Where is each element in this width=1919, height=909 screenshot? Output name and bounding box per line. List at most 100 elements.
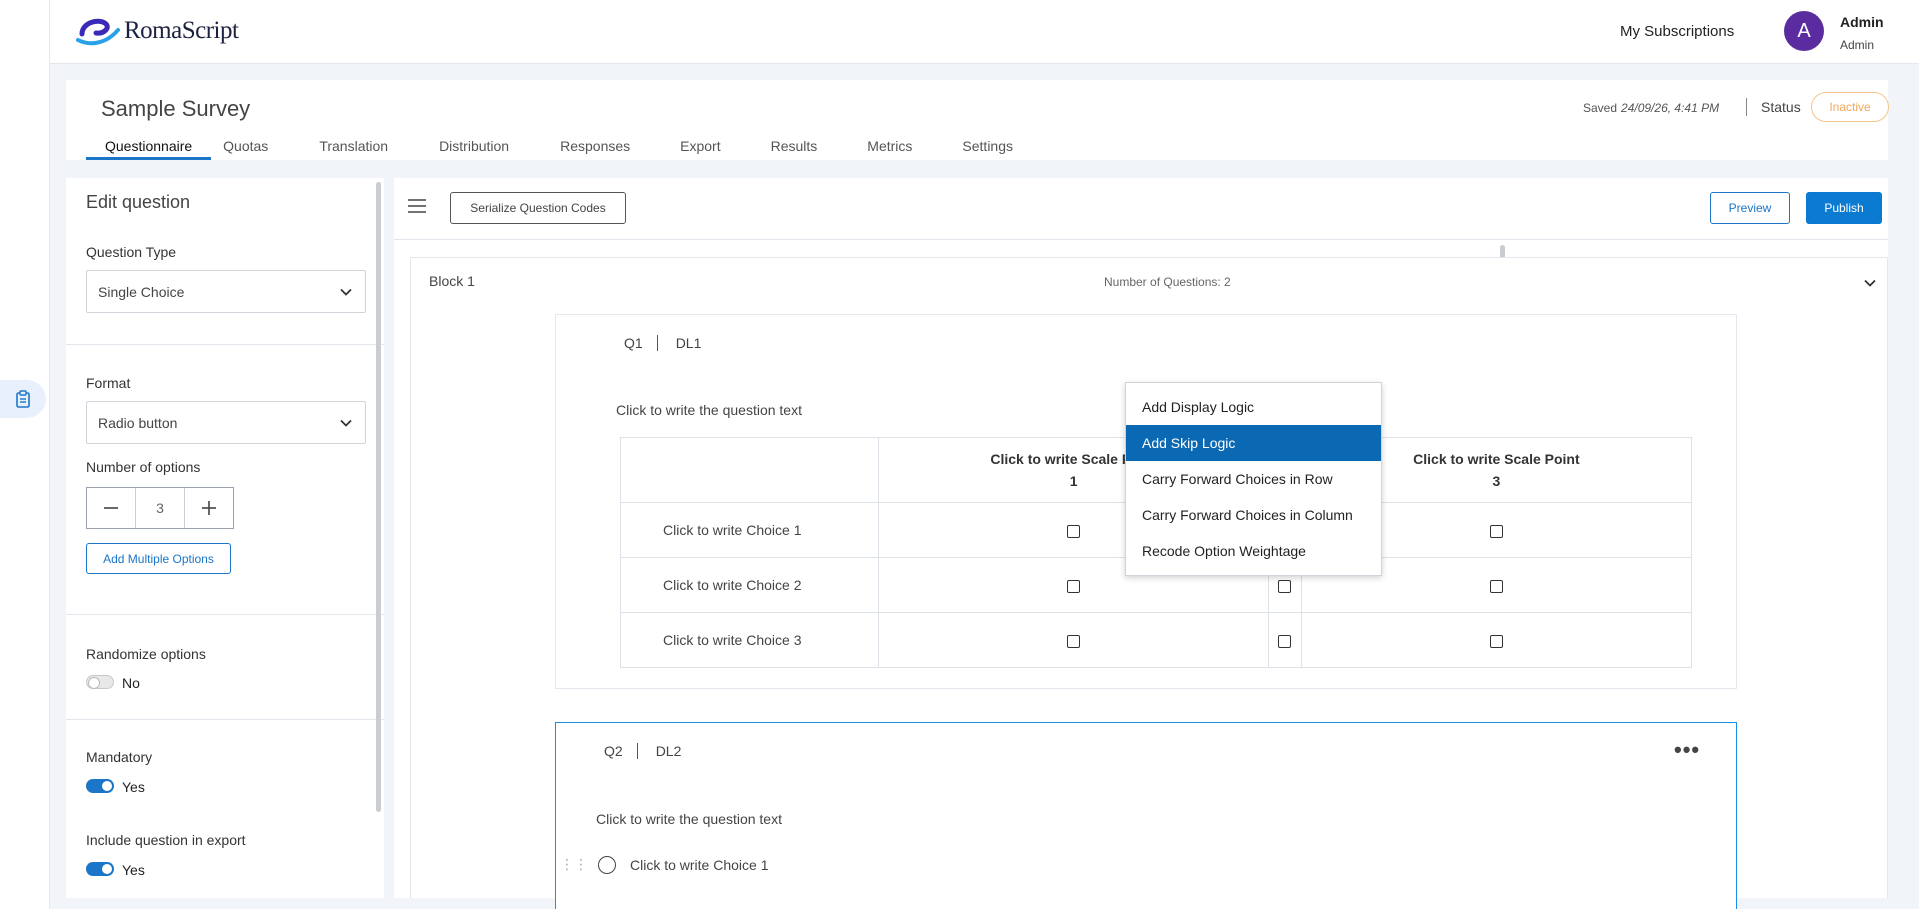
saved-label: Saved [1583,101,1618,115]
survey-tabs: Questionnaire Quotas Translation Distrib… [66,132,1013,160]
randomize-label: Randomize options [86,646,206,662]
checkbox[interactable] [1278,634,1292,648]
left-rail [0,0,50,909]
menu-item-add-skip-logic[interactable]: Add Skip Logic [1126,425,1381,461]
tab-export[interactable]: Export [680,132,720,160]
question-context-menu: Add Display Logic Add Skip Logic Carry F… [1125,382,1382,576]
checkbox[interactable] [1067,524,1081,538]
menu-item-add-display-logic[interactable]: Add Display Logic [1126,389,1381,425]
meta-divider [636,743,638,759]
tab-quotas[interactable]: Quotas [223,132,268,160]
brand-name: RomaScript [124,17,239,44]
saved-time: 24/09/26, 4:41 PM [1621,101,1720,115]
num-options-label: Number of options [86,459,201,475]
checkbox[interactable] [1278,579,1292,593]
increment-button[interactable] [185,488,233,528]
mandatory-label: Mandatory [86,749,153,765]
display-logic-code[interactable]: DL2 [656,743,682,759]
serialize-question-codes-button[interactable]: Serialize Question Codes [450,192,626,224]
include-export-toggle[interactable] [86,862,114,876]
scale-point-label: Click to write Scale Point [1413,451,1580,467]
question-code[interactable]: Q1 [624,335,643,351]
format-value: Radio button [98,414,178,431]
choice-label[interactable]: Click to write Choice 3 [620,612,879,668]
menu-item-carry-forward-row[interactable]: Carry Forward Choices in Row [1126,461,1381,497]
edit-panel-title: Edit question [86,192,191,212]
choice-label[interactable]: Click to write Choice 1 [620,502,879,558]
plus-icon [202,501,216,515]
format-select[interactable]: Radio button [86,401,366,444]
tab-responses[interactable]: Responses [560,132,630,160]
checkbox[interactable] [1489,524,1503,538]
question-text[interactable]: Click to write the question text [596,811,782,827]
tab-questionnaire[interactable]: Questionnaire [86,132,212,160]
include-export-value: Yes [122,862,145,878]
checkbox[interactable] [1067,579,1081,593]
add-multiple-options-button[interactable]: Add Multiple Options [86,543,231,574]
checkbox[interactable] [1067,634,1081,648]
status-badge[interactable]: Inactive [1811,92,1889,122]
question-meta: Q1 DL1 [624,335,701,351]
survey-title[interactable]: Sample Survey [101,96,250,122]
user-name: Admin [1840,14,1884,30]
tab-translation[interactable]: Translation [319,132,388,160]
divider [66,614,384,615]
question-meta: Q2 DL2 [604,743,681,759]
drag-handle-icon[interactable]: ⋮⋮ [560,856,588,873]
brand-logo-icon [76,18,120,46]
tab-metrics[interactable]: Metrics [867,132,912,160]
minus-icon [104,507,118,509]
question-type-select[interactable]: Single Choice [86,270,366,313]
num-options-value[interactable]: 3 [135,488,185,528]
question-code[interactable]: Q2 [604,743,623,759]
choice-label[interactable]: Click to write Choice 2 [620,557,879,613]
survey-block: Block 1 Number of Questions: 2 Q1 DL1 Cl… [410,257,1888,909]
decrement-button[interactable] [87,488,135,528]
chevron-down-icon[interactable] [1863,276,1877,290]
clipboard-icon [16,390,30,408]
chevron-down-icon [340,288,352,296]
randomize-toggle[interactable] [86,675,114,689]
divider [66,719,384,720]
question-text[interactable]: Click to write the question text [616,402,802,418]
checkbox[interactable] [1489,634,1503,648]
editor-toolbar: Serialize Question Codes Preview Publish [394,178,1888,240]
header-divider [1746,98,1747,116]
meta-divider [656,335,658,351]
rail-questionnaire-button[interactable] [0,380,46,418]
tab-settings[interactable]: Settings [962,132,1013,160]
avatar[interactable]: A [1784,11,1824,51]
question-type-label: Question Type [86,244,177,260]
tab-distribution[interactable]: Distribution [439,132,509,160]
tab-results[interactable]: Results [771,132,818,160]
randomize-value: No [122,675,140,691]
user-role: Admin [1840,38,1875,52]
chevron-down-icon [340,419,352,427]
preview-button[interactable]: Preview [1710,192,1790,224]
display-logic-code[interactable]: DL1 [676,335,702,351]
choice-label[interactable]: Click to write Choice 1 [630,857,769,873]
question-card-q2[interactable]: Q2 DL2 ••• Click to write the question t… [555,722,1737,909]
top-header: RomaScript My Subscriptions A Admin Admi… [50,0,1919,64]
my-subscriptions-link[interactable]: My Subscriptions [1620,23,1734,40]
scale-point-number: 3 [1492,473,1501,489]
more-options-icon[interactable]: ••• [1674,737,1700,763]
table-row: Click to write Choice 3 [620,612,1693,668]
scale-point-number: 1 [1069,473,1078,489]
format-label: Format [86,375,131,391]
matrix-corner-cell [620,437,879,503]
edit-panel-scrollbar[interactable] [376,182,381,812]
mandatory-toggle[interactable] [86,779,114,793]
hamburger-menu-icon[interactable] [408,198,426,214]
radio-button[interactable] [598,856,616,874]
status-label: Status [1761,99,1801,115]
logo[interactable]: RomaScript [76,14,239,48]
matrix-cell [1300,612,1693,668]
menu-item-recode-option-weightage[interactable]: Recode Option Weightage [1126,533,1381,569]
publish-button[interactable]: Publish [1806,192,1882,224]
divider [66,344,384,345]
menu-item-carry-forward-column[interactable]: Carry Forward Choices in Column [1126,497,1381,533]
checkbox[interactable] [1489,579,1503,593]
survey-header: Sample Survey Saved 24/09/26, 4:41 PM Sta… [66,80,1889,160]
block-title[interactable]: Block 1 [429,273,475,289]
